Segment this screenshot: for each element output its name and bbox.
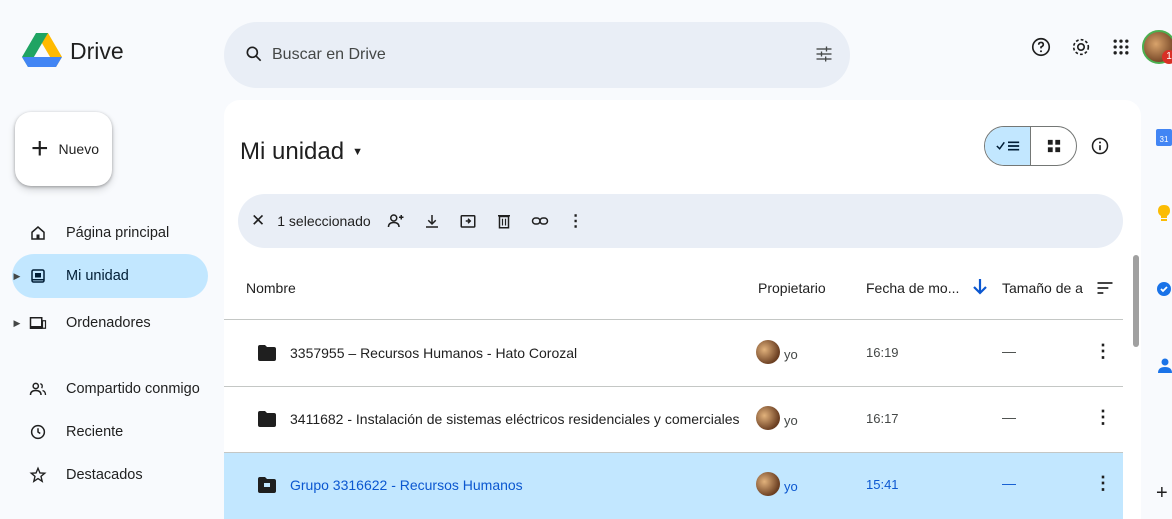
view-toggle[interactable]	[984, 126, 1077, 166]
modified-date: 16:17	[866, 411, 899, 426]
owner-name: yo	[784, 479, 798, 494]
plus-icon: +	[31, 132, 49, 165]
owner-avatar	[756, 472, 780, 496]
account-avatar[interactable]: 1	[1142, 30, 1172, 64]
selection-count: 1 seleccionado	[277, 213, 371, 229]
column-header-size[interactable]: Tamaño de a	[1002, 280, 1083, 296]
sidebar-item-shared-with-me[interactable]: Compartido conmigo	[12, 367, 208, 411]
sidebar-item-label: Compartido conmigo	[66, 381, 200, 397]
sidebar: + Nuevo Página principal ▶ Mi unidad ▶ O…	[0, 100, 224, 519]
page-title: Mi unidad	[240, 138, 345, 165]
grid-view-button[interactable]	[1031, 127, 1076, 165]
tasks-icon[interactable]	[1156, 280, 1172, 298]
list-view-button[interactable]	[985, 127, 1031, 165]
search-bar[interactable]: Buscar en Drive	[224, 22, 850, 88]
clock-icon	[28, 422, 48, 442]
home-icon	[28, 223, 48, 243]
sidebar-item-label: Destacados	[66, 467, 143, 483]
sort-options-icon[interactable]	[1094, 278, 1116, 298]
owner-avatar	[756, 406, 780, 430]
sidebar-item-computers[interactable]: ▶ Ordenadores	[12, 301, 208, 345]
trash-icon[interactable]	[495, 212, 513, 230]
search-filter-icon[interactable]	[814, 44, 834, 64]
file-size: —	[1002, 409, 1016, 425]
page-title-menu[interactable]: Mi unidad ▼	[240, 138, 363, 166]
download-icon[interactable]	[423, 212, 441, 230]
checked-list-icon	[995, 141, 1019, 151]
table-row-selected[interactable]: Grupo 3316622 - Recursos Humanos yo 15:4…	[224, 453, 1123, 519]
row-more-icon[interactable]: ⋮	[1094, 407, 1112, 428]
add-addon-icon[interactable]: +	[1156, 482, 1172, 504]
sidebar-item-my-drive[interactable]: ▶ Mi unidad	[12, 254, 208, 298]
sidebar-item-label: Mi unidad	[66, 268, 129, 284]
svg-text:31: 31	[1160, 135, 1169, 144]
side-panel-rail: 31 +	[1148, 100, 1172, 519]
help-icon[interactable]	[1030, 36, 1052, 58]
top-bar: Drive Buscar en Drive 1	[0, 0, 1172, 100]
file-name: 3411682 - Instalación de sistemas eléctr…	[290, 411, 740, 427]
drive-logo-icon	[22, 33, 62, 67]
owner-avatar	[756, 340, 780, 364]
expand-arrow-icon[interactable]: ▶	[12, 271, 22, 282]
sidebar-item-starred[interactable]: Destacados	[12, 453, 208, 497]
file-name: Grupo 3316622 - Recursos Humanos	[290, 477, 523, 493]
contacts-icon[interactable]	[1156, 356, 1172, 374]
settings-gear-icon[interactable]	[1070, 36, 1092, 58]
drive-icon	[28, 266, 48, 286]
row-more-icon[interactable]: ⋮	[1094, 341, 1112, 362]
share-person-add-icon[interactable]	[387, 212, 405, 230]
column-header-owner[interactable]: Propietario	[758, 280, 826, 296]
file-size: —	[1002, 343, 1016, 359]
scrollbar[interactable]	[1133, 255, 1139, 347]
clear-selection-icon[interactable]: ✕	[251, 211, 265, 231]
selection-actions: ⋮	[387, 212, 585, 230]
search-input[interactable]: Buscar en Drive	[272, 46, 386, 64]
search-icon[interactable]	[244, 44, 264, 64]
more-actions-icon[interactable]: ⋮	[567, 212, 585, 230]
column-header-modified[interactable]: Fecha de mo...	[866, 280, 959, 296]
table-header: Nombre Propietario Fecha de mo... Tamaño…	[224, 260, 1123, 320]
apps-grid-icon[interactable]	[1110, 36, 1132, 58]
file-name: 3357955 – Recursos Humanos - Hato Coroza…	[290, 345, 578, 361]
modified-date: 15:41	[866, 477, 899, 492]
owner-name: yo	[784, 347, 798, 362]
sidebar-item-label: Ordenadores	[66, 315, 151, 331]
move-to-folder-icon[interactable]	[459, 212, 477, 230]
expand-arrow-icon[interactable]: ▶	[12, 318, 22, 329]
new-button-label: Nuevo	[58, 141, 99, 157]
modified-date: 16:19	[866, 345, 899, 360]
selection-toolbar: ✕ 1 seleccionado ⋮	[238, 194, 1123, 248]
column-header-name[interactable]: Nombre	[246, 280, 296, 296]
sidebar-item-recent[interactable]: Reciente	[12, 410, 208, 454]
sort-descending-arrow-icon[interactable]	[968, 274, 992, 298]
grid-icon	[1047, 139, 1060, 153]
owner-name: yo	[784, 413, 798, 428]
table-row[interactable]: 3357955 – Recursos Humanos - Hato Coroza…	[224, 321, 1123, 387]
star-icon	[28, 465, 48, 485]
app-name: Drive	[70, 37, 124, 64]
table-row[interactable]: 3411682 - Instalación de sistemas eléctr…	[224, 387, 1123, 453]
sidebar-item-home[interactable]: Página principal	[12, 211, 208, 255]
notification-badge: 1	[1162, 50, 1172, 64]
folder-icon	[258, 345, 276, 361]
header-actions	[1030, 36, 1132, 58]
calendar-icon[interactable]: 31	[1156, 128, 1172, 146]
sidebar-item-label: Página principal	[66, 225, 170, 241]
computer-icon	[28, 313, 48, 333]
row-more-icon[interactable]: ⋮	[1094, 473, 1112, 494]
drive-logo[interactable]: Drive	[22, 33, 124, 69]
folder-icon	[258, 411, 276, 427]
people-icon	[28, 379, 48, 399]
shared-folder-icon	[258, 477, 276, 493]
keep-icon[interactable]	[1156, 204, 1172, 222]
info-icon[interactable]	[1090, 136, 1110, 156]
sidebar-item-label: Reciente	[66, 424, 124, 440]
file-size: —	[1002, 475, 1016, 491]
caret-down-icon[interactable]: ▼	[352, 146, 363, 158]
copy-link-icon[interactable]	[531, 212, 549, 230]
main-panel: Mi unidad ▼ ✕ 1 seleccionado ⋮ Nombre Pr…	[224, 100, 1141, 519]
new-button[interactable]: + Nuevo	[15, 112, 112, 186]
